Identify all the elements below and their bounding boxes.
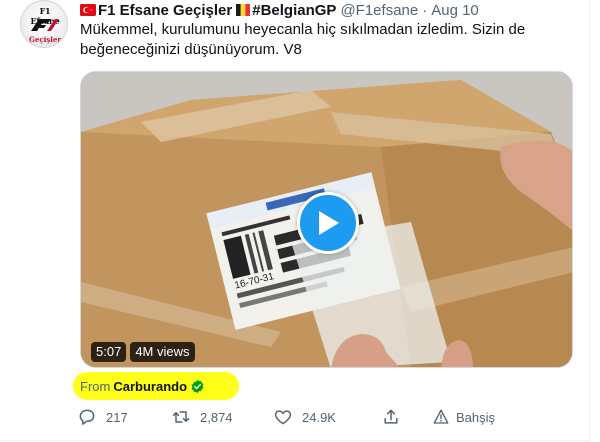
video-views: 4M views bbox=[130, 342, 195, 362]
play-icon bbox=[319, 211, 339, 235]
source-attribution: From Carburando bbox=[80, 377, 205, 395]
reply-icon bbox=[76, 406, 98, 428]
tweet-text-line-2: beğeneceğinizi düşünüyorum. V8 bbox=[80, 41, 302, 58]
retweet-icon bbox=[170, 406, 192, 428]
video-duration: 5:07 bbox=[91, 342, 127, 362]
tip-label: Bahşiş bbox=[456, 409, 496, 425]
like-icon bbox=[272, 406, 294, 428]
retweet-count: 2,874 bbox=[200, 409, 233, 425]
like-count: 24.9K bbox=[302, 409, 336, 425]
share-icon bbox=[380, 406, 402, 428]
retweet-button[interactable]: 2,874 bbox=[170, 405, 233, 429]
video-player[interactable]: 16-70-31 5:07 4M views bbox=[80, 71, 573, 368]
tip-button[interactable]: Bahşiş bbox=[430, 405, 495, 429]
like-button[interactable]: 24.9K bbox=[272, 405, 336, 429]
tweet-date[interactable]: Aug 10 bbox=[431, 2, 479, 19]
source-link[interactable]: Carburando bbox=[113, 379, 187, 394]
belgium-flag-icon bbox=[236, 4, 251, 16]
from-label: From bbox=[80, 378, 111, 394]
share-button[interactable] bbox=[380, 405, 410, 429]
tweet-actions: 217 2,874 24.9K Bahşiş bbox=[76, 405, 496, 429]
reply-count: 217 bbox=[106, 409, 128, 425]
header-separator: · bbox=[422, 1, 428, 19]
tweet-text-line-1: Mükemmel, kurulumunu heyecanla hiç sıkıl… bbox=[80, 21, 526, 38]
tip-icon bbox=[430, 406, 452, 428]
turkey-flag-icon bbox=[80, 4, 96, 16]
tweet-header: F1 Efsane Geçişler #BelgianGP @F1efsane … bbox=[80, 0, 479, 20]
tweet-divider bbox=[0, 440, 589, 441]
author-handle[interactable]: @F1efsane bbox=[340, 2, 418, 19]
author-hashtag[interactable]: #BelgianGP bbox=[252, 2, 336, 19]
video-badges: 5:07 4M views bbox=[91, 342, 195, 362]
column-divider bbox=[589, 0, 590, 442]
avatar[interactable]: F1 Efsane Geçişler bbox=[20, 0, 68, 48]
play-button[interactable] bbox=[297, 192, 359, 254]
f1-logo-icon bbox=[31, 19, 59, 31]
avatar-text-bottom: Geçişler bbox=[28, 35, 62, 44]
verified-icon bbox=[191, 379, 204, 393]
reply-button[interactable]: 217 bbox=[76, 405, 128, 429]
author-display-name[interactable]: F1 Efsane Geçişler bbox=[98, 2, 232, 19]
tweet-text: Mükemmel, kurulumunu heyecanla hiç sıkıl… bbox=[80, 20, 550, 60]
